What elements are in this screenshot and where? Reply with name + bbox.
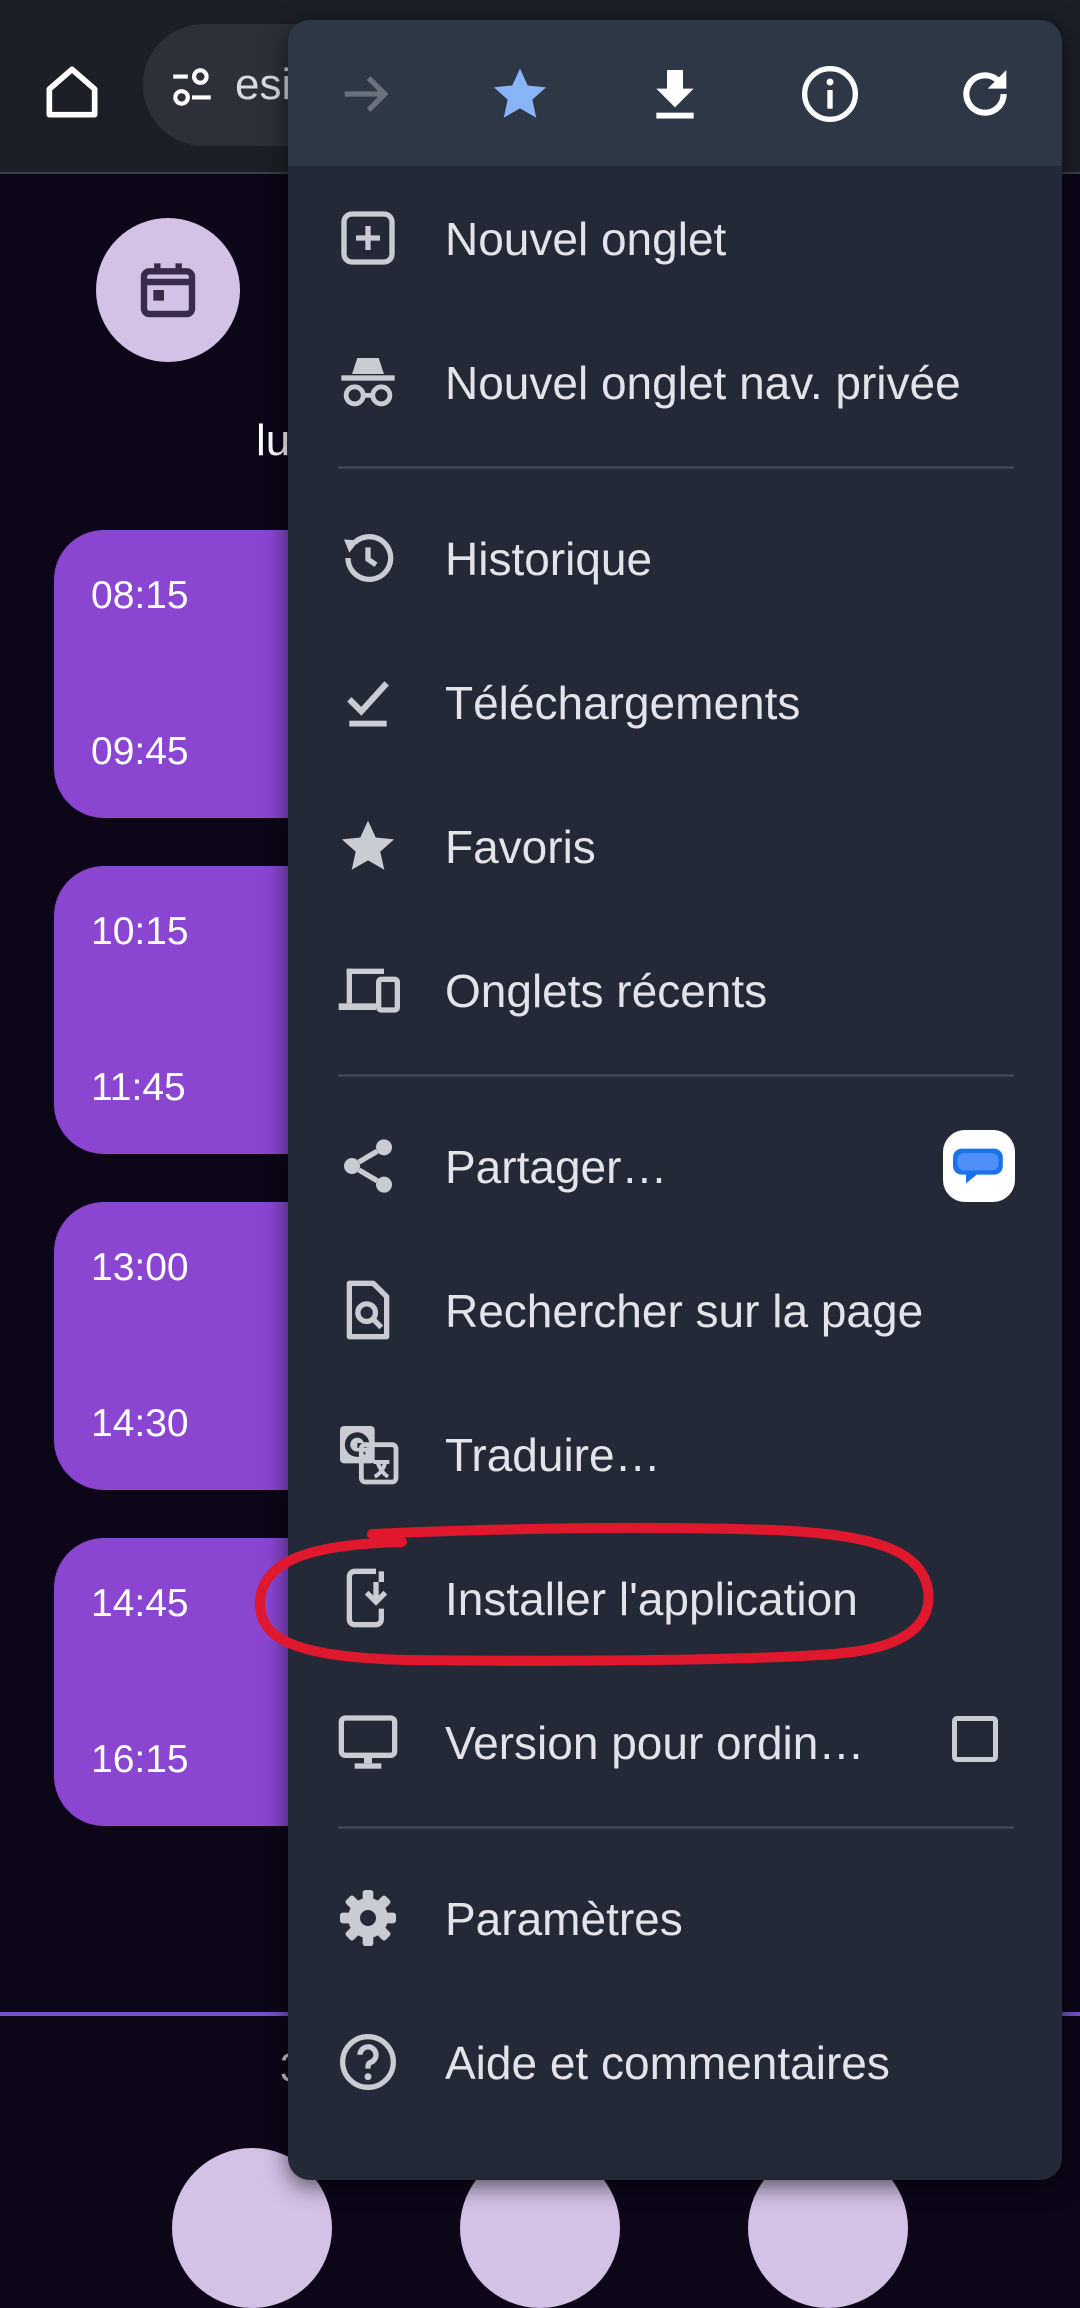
menu-item-label: Nouvel onglet: [445, 213, 727, 265]
desktop-icon: [336, 1710, 400, 1774]
menu-item-label: Rechercher sur la page: [445, 1285, 924, 1337]
forward-icon[interactable]: [334, 62, 398, 126]
menu-item-label: Aide et commentaires: [445, 2037, 890, 2089]
menu-item-label: Version pour ordin…: [445, 1717, 865, 1769]
star-icon: [336, 814, 400, 878]
menu-item-label: Installer l'application: [445, 1573, 858, 1625]
slot-end: 09:45: [91, 730, 189, 773]
reload-icon[interactable]: [953, 62, 1017, 126]
day-label: lu: [256, 416, 291, 465]
info-icon[interactable]: [798, 62, 862, 126]
help-icon: [336, 2030, 400, 2094]
menu-item-label: Nouvel onglet nav. privée: [445, 357, 961, 409]
url-text[interactable]: esi: [235, 60, 291, 110]
downloads-check-icon: [336, 670, 400, 734]
menu-item-label: Partager…: [445, 1141, 668, 1193]
menu-item-incognito[interactable]: Nouvel onglet nav. privée: [288, 310, 1062, 454]
download-icon[interactable]: [643, 62, 707, 126]
slot-start: 10:15: [91, 910, 189, 953]
menu-item-label: Paramètres: [445, 1893, 683, 1945]
menu-item-install-app[interactable]: Installer l'application: [288, 1526, 1062, 1670]
translate-icon: [336, 1422, 400, 1486]
site-settings-icon[interactable]: [167, 62, 217, 112]
menu-item-new-tab[interactable]: Nouvel onglet: [288, 166, 1062, 310]
share-icon: [336, 1134, 400, 1198]
calendar-icon: [140, 263, 196, 318]
menu-item-share[interactable]: Partager…: [288, 1094, 1062, 1238]
menu-item-history[interactable]: Historique: [288, 486, 1062, 630]
menu-item-label: Traduire…: [445, 1429, 661, 1481]
menu-item-settings[interactable]: Paramètres: [288, 1846, 1062, 1990]
menu-item-bookmarks[interactable]: Favoris: [288, 774, 1062, 918]
menu-divider: [338, 1826, 1014, 1829]
menu-item-label: Téléchargements: [445, 677, 801, 729]
browser-overflow-menu: Nouvel onglet Nouvel onglet nav. privée …: [288, 20, 1062, 2180]
slot-end: 14:30: [91, 1402, 189, 1445]
slot-start: 13:00: [91, 1246, 189, 1289]
settings-gear-icon: [336, 1886, 400, 1950]
slot-start: 08:15: [91, 574, 189, 617]
messages-app-icon[interactable]: [943, 1130, 1015, 1202]
menu-item-label: Historique: [445, 533, 653, 585]
menu-action-bar: [288, 20, 1062, 166]
incognito-icon: [336, 350, 400, 414]
find-in-page-icon: [336, 1278, 400, 1342]
menu-item-translate[interactable]: Traduire…: [288, 1382, 1062, 1526]
menu-item-desktop-site[interactable]: Version pour ordin…: [288, 1670, 1062, 1814]
slot-start: 14:45: [91, 1582, 189, 1625]
calendar-avatar[interactable]: [96, 218, 240, 362]
home-icon[interactable]: [38, 58, 106, 126]
new-tab-icon: [336, 206, 400, 270]
menu-item-recent-tabs[interactable]: Onglets récents: [288, 918, 1062, 1062]
menu-divider: [338, 1074, 1014, 1077]
slot-end: 11:45: [91, 1066, 186, 1109]
menu-divider: [338, 466, 1014, 469]
bookmark-star-icon[interactable]: [488, 62, 552, 126]
menu-item-downloads[interactable]: Téléchargements: [288, 630, 1062, 774]
install-app-icon: [336, 1566, 400, 1630]
menu-item-help[interactable]: Aide et commentaires: [288, 1990, 1062, 2134]
menu-item-label: Favoris: [445, 821, 596, 873]
menu-item-label: Onglets récents: [445, 965, 768, 1017]
history-icon: [336, 526, 400, 590]
devices-icon: [336, 958, 400, 1022]
menu-item-find-in-page[interactable]: Rechercher sur la page: [288, 1238, 1062, 1382]
desktop-site-checkbox[interactable]: [952, 1716, 998, 1762]
slot-end: 16:15: [91, 1738, 189, 1781]
